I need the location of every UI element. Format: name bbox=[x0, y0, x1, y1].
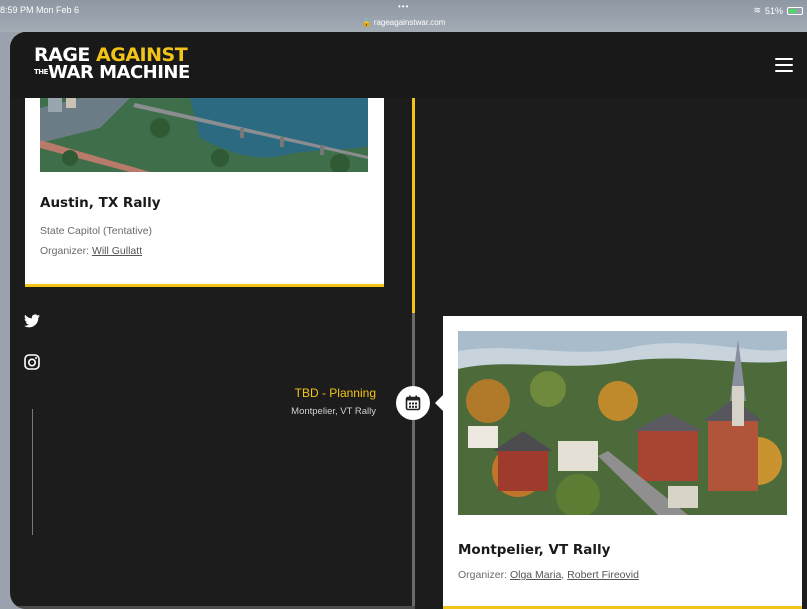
status-indicators: ≋ 51% bbox=[753, 5, 803, 16]
event-subtitle: Montpelier, VT Rally bbox=[291, 406, 376, 417]
calendar-icon bbox=[396, 386, 430, 420]
organizer-link[interactable]: Robert Fireovid bbox=[567, 569, 639, 581]
organizer-label: Organizer: bbox=[458, 569, 510, 581]
url-text: rageagainstwar.com bbox=[373, 18, 446, 27]
ios-status-bar: 8:59 PM Mon Feb 6 ••• 🔒 rageagainstwar.c… bbox=[0, 0, 807, 32]
timeline-line-future bbox=[412, 313, 415, 609]
logo-word-the: THE bbox=[34, 68, 48, 76]
event-date: TBD - Planning bbox=[294, 386, 376, 400]
organizer-link[interactable]: Will Gullatt bbox=[92, 245, 142, 257]
instagram-icon[interactable] bbox=[24, 354, 40, 375]
event-organizer: Organizer: Will Gullatt bbox=[40, 245, 142, 257]
lock-icon: 🔒 bbox=[361, 18, 372, 27]
wifi-icon: ≋ bbox=[753, 5, 761, 15]
event-title: Montpelier, VT Rally bbox=[458, 542, 611, 558]
sidebar-divider bbox=[32, 409, 33, 535]
battery-percent: 51% bbox=[764, 5, 783, 16]
site-logo[interactable]: RAGE AGAINST THEWAR MACHINE bbox=[34, 46, 190, 82]
event-organizer: Organizer: Olga Maria, Robert Fireovid bbox=[458, 569, 639, 581]
montpelier-photo bbox=[458, 331, 787, 515]
site-header: RAGE AGAINST THEWAR MACHINE bbox=[10, 32, 807, 98]
address-bar[interactable]: 🔒 rageagainstwar.com bbox=[0, 18, 807, 27]
status-time: 8:59 PM Mon Feb 6 bbox=[0, 5, 80, 15]
austin-photo bbox=[40, 98, 368, 172]
organizer-link[interactable]: Olga Maria bbox=[510, 569, 561, 581]
event-card-austin[interactable]: Austin, TX Rally State Capitol (Tentativ… bbox=[25, 98, 384, 287]
hamburger-icon[interactable] bbox=[775, 58, 793, 72]
twitter-icon[interactable] bbox=[24, 314, 40, 333]
app-window: RAGE AGAINST THEWAR MACHINE Austin, TX R… bbox=[10, 32, 807, 609]
battery-icon bbox=[787, 6, 803, 15]
organizer-label: Organizer: bbox=[40, 245, 92, 257]
logo-word-war-machine: WAR MACHINE bbox=[48, 62, 190, 83]
multitasking-dots[interactable]: ••• bbox=[398, 2, 409, 11]
timeline-line bbox=[412, 98, 415, 609]
event-title: Austin, TX Rally bbox=[40, 195, 161, 211]
event-card-montpelier[interactable]: Montpelier, VT Rally Organizer: Olga Mar… bbox=[443, 316, 802, 609]
event-location: State Capitol (Tentative) bbox=[40, 225, 153, 237]
